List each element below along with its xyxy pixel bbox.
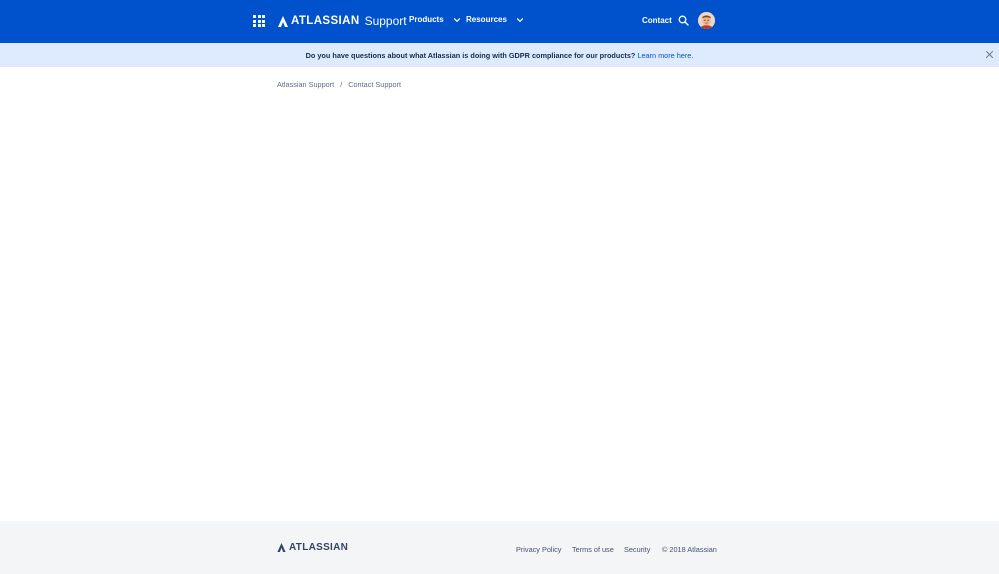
banner-learn-more-link[interactable]: Learn more here. — [637, 51, 693, 60]
footer-link-security[interactable]: Security — [624, 545, 650, 554]
gdpr-banner: Do you have questions about what Atlassi… — [0, 43, 999, 67]
breadcrumb-separator: / — [340, 80, 343, 89]
search-icon[interactable] — [678, 15, 689, 26]
banner-text: Do you have questions about what Atlassi… — [305, 50, 636, 60]
avatar[interactable] — [698, 12, 715, 29]
atlassian-logo-icon — [278, 15, 288, 27]
nav-products[interactable]: Products — [409, 15, 461, 24]
atlassian-support-logo[interactable]: ATLASSIAN Support — [278, 13, 407, 29]
footer-link-terms-of-use[interactable]: Terms of use — [572, 545, 614, 554]
footer-link-privacy-policy[interactable]: Privacy Policy — [516, 545, 561, 554]
nav-resources-label: Resources — [466, 15, 507, 24]
avatar-face-icon — [698, 12, 715, 29]
top-navigation-bar: ATLASSIAN Support Products Resources Con… — [0, 0, 999, 43]
breadcrumb-contact-support[interactable]: Contact Support — [348, 80, 401, 89]
footer-logo-wordmark: ATLASSIAN — [289, 542, 349, 553]
atlassian-logo-icon — [277, 543, 286, 552]
breadcrumb-atlassian-support[interactable]: Atlassian Support — [277, 80, 334, 89]
nav-resources[interactable]: Resources — [466, 15, 524, 24]
chevron-down-icon — [516, 17, 524, 22]
footer-copyright: © 2018 Atlassian — [662, 545, 717, 554]
footer-atlassian-logo[interactable]: ATLASSIAN — [277, 542, 348, 553]
close-icon[interactable] — [985, 50, 994, 59]
app-switcher-icon[interactable] — [253, 15, 265, 27]
logo-wordmark: ATLASSIAN — [291, 15, 360, 27]
breadcrumb: Atlassian Support / Contact Support — [277, 80, 401, 89]
footer — [0, 521, 999, 574]
chevron-down-icon — [453, 17, 460, 22]
banner-message: Do you have questions about what Atlassi… — [0, 51, 999, 60]
logo-subtitle: Support — [364, 14, 407, 28]
nav-products-label: Products — [409, 15, 444, 24]
contact-link[interactable]: Contact — [642, 16, 672, 25]
